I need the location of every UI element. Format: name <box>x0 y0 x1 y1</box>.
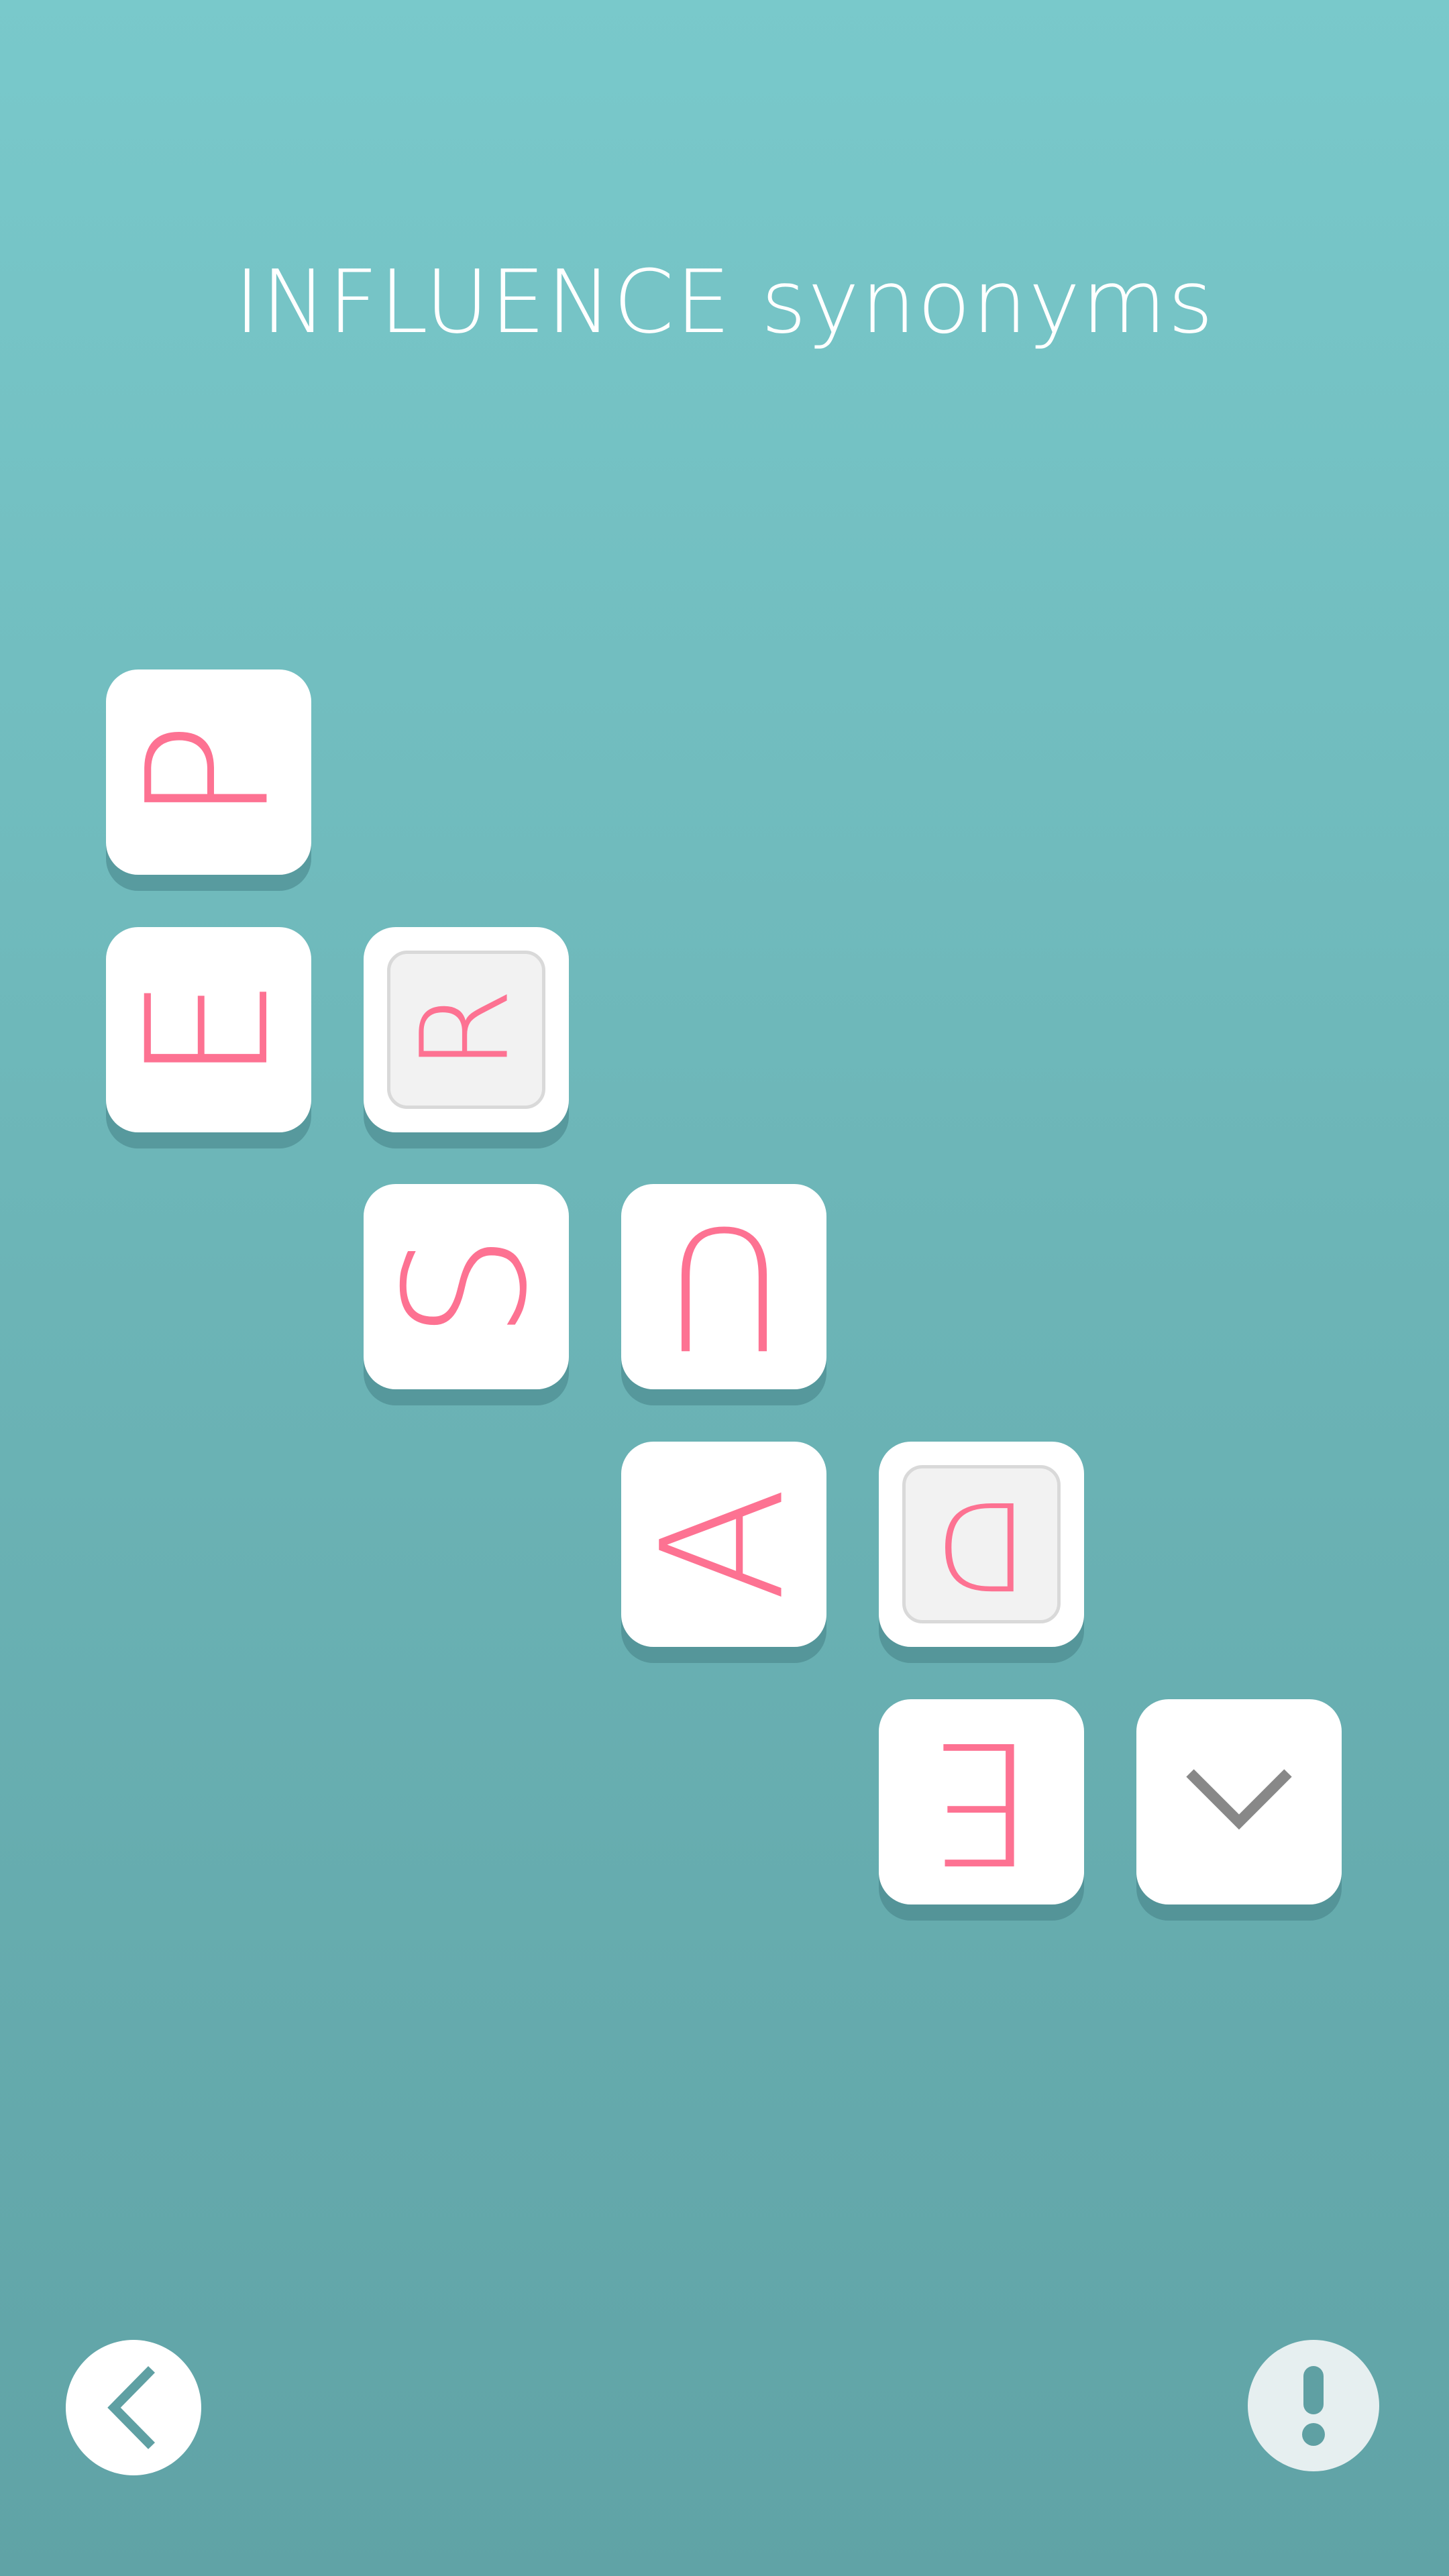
chevron-left-icon <box>107 2366 155 2449</box>
tile-letter: R <box>395 987 536 1072</box>
letter-tile-6[interactable]: A <box>621 1442 826 1647</box>
tile-letter: P <box>110 721 306 823</box>
tile-letter: U <box>662 1189 786 1385</box>
chevron-down-icon <box>1186 1769 1292 1830</box>
hint-button[interactable] <box>1248 2340 1379 2471</box>
letter-tile-3-selected[interactable]: R <box>364 927 569 1132</box>
back-button[interactable] <box>66 2340 201 2475</box>
selected-tile-highlight: R <box>387 951 545 1109</box>
confirm-tile[interactable] <box>1136 1699 1342 1904</box>
letter-tile-5[interactable]: U <box>621 1184 826 1389</box>
letter-tile-2[interactable]: E <box>106 927 311 1132</box>
tile-letter: E <box>111 977 306 1083</box>
selected-tile-highlight: D <box>902 1465 1061 1623</box>
tile-letter: D <box>934 1474 1028 1615</box>
letter-tile-8[interactable]: E <box>879 1699 1084 1904</box>
puzzle-title: INFLUENCE synonyms <box>234 251 1215 353</box>
letter-tile-1[interactable]: P <box>106 669 311 875</box>
tile-letter: S <box>368 1233 564 1340</box>
letter-tile-4[interactable]: S <box>364 1184 569 1389</box>
tile-letter: E <box>928 1705 1034 1900</box>
letter-tile-7-selected[interactable]: D <box>879 1442 1084 1647</box>
tile-letter: A <box>626 1487 821 1602</box>
exclamation-icon <box>1302 2366 1325 2446</box>
